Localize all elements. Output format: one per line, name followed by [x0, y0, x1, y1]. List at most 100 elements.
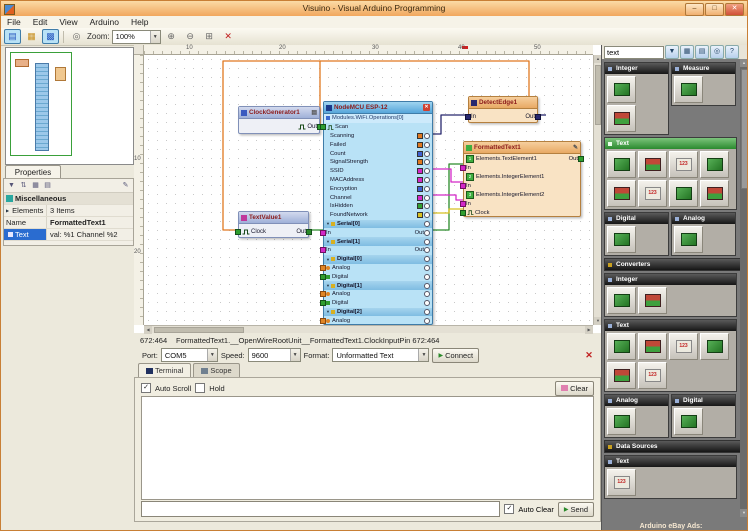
open-file-icon[interactable]: ▦ [23, 29, 40, 44]
nodemcu-output-row[interactable]: MACAddress [324, 176, 432, 185]
terminal-output[interactable] [141, 396, 594, 500]
property-row[interactable]: ▶ Elements 3 Items [4, 205, 133, 217]
nodemcu-analog-row[interactable]: Analog [324, 316, 432, 325]
nodemcu-section-row[interactable]: ▼Serial[1] [324, 237, 432, 246]
output-pin[interactable] [417, 203, 423, 209]
chevron-down-icon[interactable]: ▼ [326, 257, 330, 262]
analog-input-pin[interactable] [320, 318, 326, 324]
wire[interactable] [433, 195, 463, 200]
nodemcu-clock-input-row[interactable]: Scan [324, 123, 432, 132]
categorized-view-icon[interactable]: ▦ [30, 181, 41, 191]
speed-select[interactable]: 9600▼ [248, 348, 301, 362]
component-tile[interactable] [607, 333, 636, 360]
output-pin[interactable] [417, 186, 423, 192]
component-tile[interactable]: 123 [669, 151, 698, 178]
toolbox-category-header[interactable]: Analog [672, 213, 735, 224]
clock-input-pin[interactable] [235, 229, 241, 235]
toolbox-category-header[interactable]: Analog [605, 395, 668, 406]
connector-icon[interactable] [424, 265, 430, 271]
component-tile[interactable] [607, 151, 636, 178]
input-pin[interactable] [460, 201, 466, 207]
new-file-icon[interactable]: ▤ [4, 29, 21, 44]
wire[interactable] [433, 115, 468, 134]
component-tile[interactable] [638, 151, 667, 178]
analog-input-pin[interactable] [320, 291, 326, 297]
formattedtext-input-row[interactable]: In [464, 163, 580, 172]
tab-terminal[interactable]: Terminal [138, 363, 191, 377]
connector-icon[interactable] [424, 221, 430, 227]
clock-input-pin[interactable] [320, 124, 326, 130]
sort-az-icon[interactable]: ⇅ [18, 181, 29, 191]
component-tile[interactable] [607, 362, 636, 389]
toolbox-group-header[interactable]: Converters [604, 258, 741, 271]
nodemcu-output-row[interactable]: IsHidden [324, 202, 432, 211]
block-detectedge[interactable]: DetectEdge1 InOut [468, 96, 538, 123]
toolbox-category-header[interactable]: Digital [672, 395, 735, 406]
component-tile[interactable] [638, 333, 667, 360]
close-button[interactable]: ✕ [725, 3, 744, 16]
canvas-vertical-scrollbar[interactable]: ▲ ▼ [593, 55, 601, 325]
connector-icon[interactable] [424, 318, 430, 324]
design-canvas[interactable]: ClockGenerator1▤ Out TextValue1 ClockOut… [144, 55, 593, 325]
component-tile[interactable]: 123 [638, 362, 667, 389]
chevron-down-icon[interactable]: ▼ [326, 239, 330, 244]
output-pin[interactable] [417, 195, 423, 201]
connector-icon[interactable] [424, 177, 430, 183]
formattedtext-input-row[interactable]: In [464, 181, 580, 190]
property-value[interactable]: val: %1 Channel %2 [46, 229, 133, 240]
search-input[interactable] [604, 46, 664, 59]
close-icon[interactable]: ✕ [423, 104, 430, 111]
save-icon[interactable]: ▩ [42, 29, 59, 44]
component-tile[interactable] [669, 180, 698, 207]
input-pin[interactable] [460, 183, 466, 189]
send-input[interactable] [141, 501, 500, 517]
nodemcu-output-row[interactable]: Channel [324, 193, 432, 202]
nodemcu-section-row[interactable]: ▼Digital[2] [324, 308, 432, 317]
auto-scroll-checkbox[interactable]: ✓ [141, 383, 151, 393]
block-textvalue[interactable]: TextValue1 ClockOut [238, 211, 309, 238]
analog-input-pin[interactable] [320, 265, 326, 271]
list-view-icon[interactable]: ▤ [695, 45, 709, 59]
expand-all-icon[interactable]: ▤ [42, 181, 53, 191]
connector-icon[interactable] [424, 230, 430, 236]
design-overview[interactable] [5, 47, 134, 165]
component-tile[interactable] [674, 76, 703, 103]
connector-icon[interactable] [424, 300, 430, 306]
input-pin[interactable] [465, 114, 471, 120]
component-tile[interactable] [700, 180, 729, 207]
nodemcu-section-row[interactable]: ▼Digital[1] [324, 281, 432, 290]
scroll-down-icon[interactable]: ▼ [740, 509, 748, 517]
connector-icon[interactable] [424, 186, 430, 192]
filter-icon[interactable]: ▼ [6, 181, 17, 191]
output-pin[interactable] [306, 229, 312, 235]
formattedtext-clock-row[interactable]: Clock [464, 208, 580, 217]
nodemcu-output-row[interactable]: SSID [324, 167, 432, 176]
component-tile[interactable] [607, 76, 636, 103]
component-tile[interactable]: 123 [638, 180, 667, 207]
menu-help[interactable]: Help [125, 17, 154, 27]
clear-button[interactable]: Clear [555, 381, 594, 396]
pan-icon[interactable]: ◎ [68, 29, 85, 44]
chevron-right-icon[interactable]: ▶ [6, 208, 9, 213]
wire[interactable] [223, 61, 320, 230]
output-pin[interactable] [417, 168, 423, 174]
connector-icon[interactable] [424, 142, 430, 148]
nodemcu-output-row[interactable]: FoundNetwork [324, 211, 432, 220]
nodemcu-serial-row[interactable]: InOut [324, 228, 432, 237]
wire[interactable] [433, 169, 463, 182]
pin-panel-icon[interactable]: ◎ [710, 45, 724, 59]
component-tile[interactable] [607, 226, 636, 253]
connector-icon[interactable] [424, 256, 430, 262]
zoom-in-icon[interactable]: ⊕ [163, 29, 180, 44]
input-pin[interactable] [320, 230, 326, 236]
nodemcu-serial-row[interactable]: InOut [324, 246, 432, 255]
menu-edit[interactable]: Edit [27, 17, 54, 27]
maximize-button[interactable]: □ [705, 3, 724, 16]
nodemcu-digital-row[interactable]: Digital [324, 299, 432, 308]
clock-input-pin[interactable] [460, 210, 466, 216]
grid-view-icon[interactable]: ▦ [680, 45, 694, 59]
connector-icon[interactable] [424, 247, 430, 253]
component-tile[interactable] [674, 408, 703, 435]
toolbox-category-header[interactable]: Text [605, 456, 736, 467]
toolbox-category-header[interactable]: Integer [605, 63, 668, 74]
